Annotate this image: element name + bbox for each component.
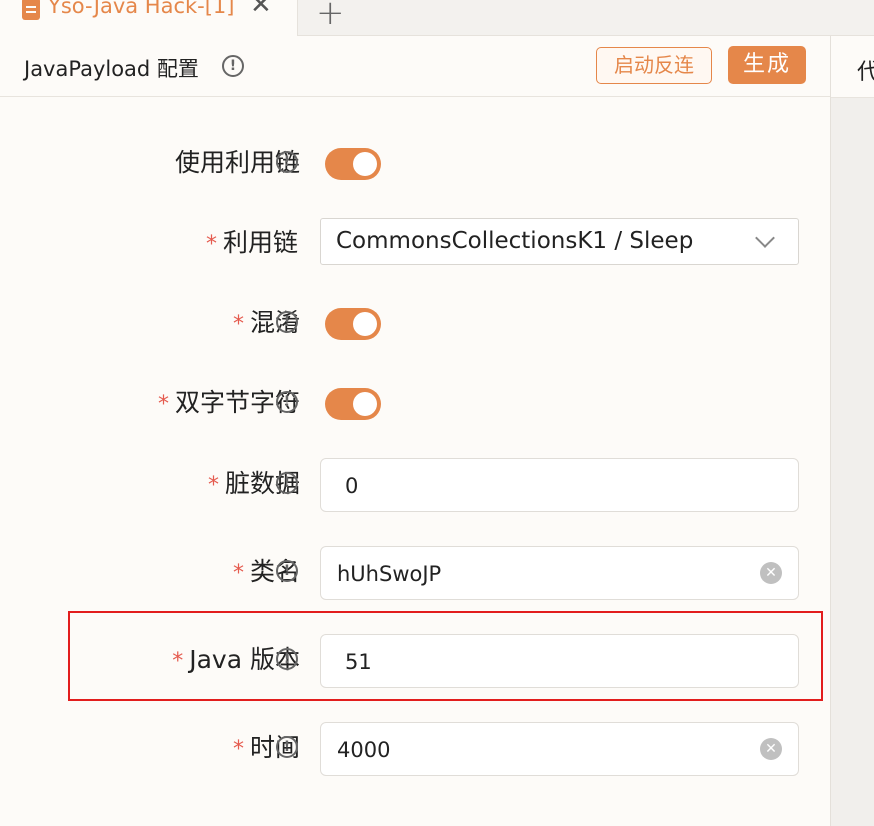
close-icon[interactable]: ✕ bbox=[250, 0, 272, 18]
generate-button[interactable]: 生成 bbox=[728, 46, 806, 84]
form-row-java-version: * Java 版本 ! 51 bbox=[0, 630, 830, 690]
info-icon[interactable]: ! bbox=[276, 391, 298, 413]
class-name-input[interactable]: hUhSwoJP ✕ bbox=[320, 546, 799, 600]
form-row-class-name: * 类名 ! hUhSwoJP ✕ bbox=[0, 542, 830, 602]
info-icon[interactable]: ! bbox=[222, 55, 244, 77]
dirty-data-input[interactable]: 0 bbox=[320, 458, 799, 512]
required-mark: * bbox=[232, 312, 244, 337]
clear-icon[interactable]: ✕ bbox=[760, 562, 782, 584]
time-value: 4000 bbox=[337, 738, 391, 762]
form-row-double-byte: * 双字节字符 ! bbox=[0, 373, 830, 433]
obfuscate-toggle[interactable] bbox=[325, 308, 381, 340]
double-byte-toggle[interactable] bbox=[325, 388, 381, 420]
info-icon[interactable]: ! bbox=[276, 472, 298, 494]
panel-title: JavaPayload 配置 bbox=[24, 57, 199, 81]
right-panel-title: 代 bbox=[857, 60, 874, 85]
chain-select[interactable]: CommonsCollectionsK1 / Sleep bbox=[320, 218, 799, 265]
tab-yso-java-hack[interactable]: Yso-Java Hack-[1] ✕ bbox=[0, 0, 298, 36]
info-icon[interactable]: ! bbox=[276, 648, 298, 670]
info-icon[interactable]: ! bbox=[276, 311, 298, 333]
chain-label: * 利用链 bbox=[205, 228, 298, 257]
use-chain-toggle[interactable] bbox=[325, 148, 381, 180]
form-row-time: * 时间 ! 4000 ✕ bbox=[0, 718, 830, 778]
form-row-dirty-data: * 脏数据 ! 0 bbox=[0, 454, 830, 514]
required-mark: * bbox=[157, 392, 169, 417]
right-panel-header: 代 bbox=[831, 36, 874, 98]
required-mark: * bbox=[172, 649, 184, 674]
document-icon bbox=[22, 0, 40, 20]
chain-select-value: CommonsCollectionsK1 / Sleep bbox=[336, 228, 694, 254]
start-reverse-button[interactable]: 启动反连 bbox=[596, 47, 712, 84]
add-tab-icon[interactable]: + bbox=[316, 0, 345, 30]
info-icon[interactable]: ! bbox=[276, 736, 298, 758]
right-panel-body bbox=[831, 98, 874, 826]
java-version-value: 51 bbox=[345, 650, 372, 674]
panel-header: JavaPayload 配置 ! 启动反连 生成 bbox=[0, 36, 831, 97]
toggle-knob bbox=[353, 152, 377, 176]
toggle-knob bbox=[353, 312, 377, 336]
info-icon[interactable]: ! bbox=[276, 151, 298, 173]
tab-title: Yso-Java Hack-[1] bbox=[48, 0, 235, 18]
time-input[interactable]: 4000 ✕ bbox=[320, 722, 799, 776]
required-mark: * bbox=[207, 473, 219, 498]
java-version-input[interactable]: 51 bbox=[320, 634, 799, 688]
form-row-obfuscate: * 混淆 ! bbox=[0, 293, 830, 353]
dirty-data-value: 0 bbox=[345, 474, 359, 498]
clear-icon[interactable]: ✕ bbox=[760, 738, 782, 760]
chevron-down-icon bbox=[755, 228, 775, 248]
required-mark: * bbox=[232, 737, 244, 762]
toggle-knob bbox=[353, 392, 377, 416]
required-mark: * bbox=[205, 232, 217, 257]
form-row-chain: * 利用链 CommonsCollectionsK1 / Sleep bbox=[0, 218, 830, 278]
class-name-value: hUhSwoJP bbox=[337, 562, 442, 586]
required-mark: * bbox=[232, 561, 244, 586]
form-row-use-chain: 使用利用链 ! bbox=[0, 133, 830, 193]
info-icon[interactable]: ! bbox=[276, 560, 298, 582]
tab-bar: Yso-Java Hack-[1] ✕ + bbox=[0, 0, 874, 36]
